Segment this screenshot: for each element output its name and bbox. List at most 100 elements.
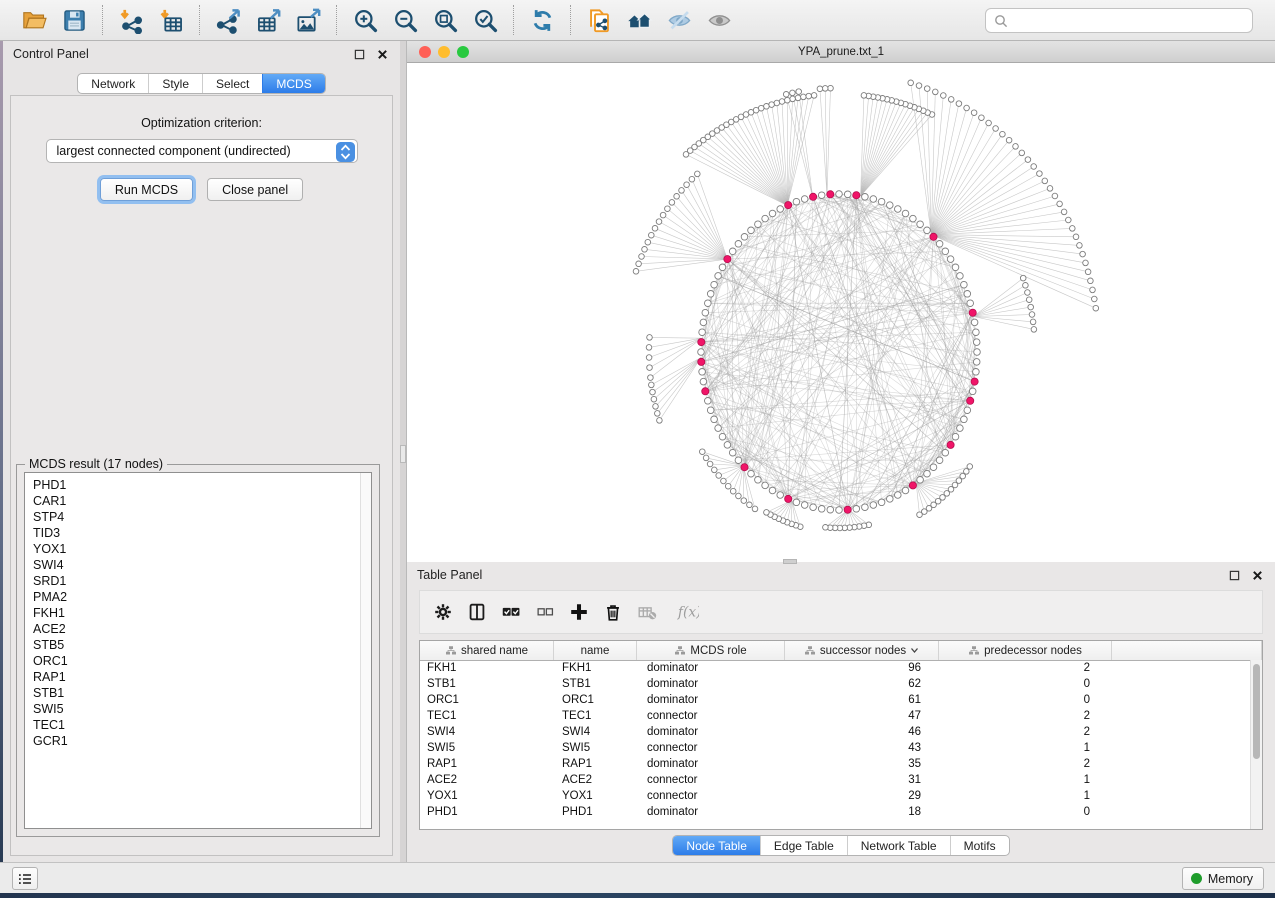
table-row[interactable]: PHD1PHD1dominator180 xyxy=(420,804,1250,820)
float-panel-icon[interactable] xyxy=(351,46,367,62)
mcds-result-node[interactable]: STP4 xyxy=(33,509,371,525)
node-table-scrollbar[interactable] xyxy=(1250,660,1262,829)
mcds-result-node[interactable]: RAP1 xyxy=(33,669,371,685)
criterion-selected-value: largest connected component (undirected) xyxy=(57,144,291,158)
mcds-result-node[interactable]: TEC1 xyxy=(33,717,371,733)
mcds-result-node[interactable]: STB5 xyxy=(33,637,371,653)
mcds-result-node[interactable]: SWI5 xyxy=(33,701,371,717)
mcds-result-list[interactable]: PHD1CAR1STP4TID3YOX1SWI4SRD1PMA2FKH1ACE2… xyxy=(24,472,372,829)
search-input[interactable] xyxy=(1013,14,1244,28)
tab-network-table[interactable]: Network Table xyxy=(847,836,950,855)
column-header-MCDS-role[interactable]: MCDS role xyxy=(637,641,785,660)
column-label: shared name xyxy=(461,645,528,657)
table-cell: connector xyxy=(637,708,785,724)
first-neighbors-button[interactable] xyxy=(619,3,659,37)
mcds-result-node[interactable]: FKH1 xyxy=(33,605,371,621)
run-mcds-button[interactable]: Run MCDS xyxy=(100,178,193,201)
export-network-button[interactable] xyxy=(208,3,248,37)
mcds-result-node[interactable]: SRD1 xyxy=(33,573,371,589)
column-header-filler xyxy=(1112,641,1262,660)
tab-node-table[interactable]: Node Table xyxy=(673,836,760,855)
import-network-icon xyxy=(118,7,145,34)
close-table-panel-icon[interactable] xyxy=(1249,567,1265,583)
tab-edge-table[interactable]: Edge Table xyxy=(760,836,847,855)
toolbar-separator xyxy=(570,5,571,35)
table-cell: ACE2 xyxy=(554,772,637,788)
export-table-button[interactable] xyxy=(248,3,288,37)
mcds-result-node[interactable]: TID3 xyxy=(33,525,371,541)
show-columns-button[interactable] xyxy=(462,595,492,629)
horizontal-splitter-grip[interactable] xyxy=(783,559,797,564)
mcds-result-node[interactable]: ORC1 xyxy=(33,653,371,669)
float-table-panel-icon[interactable] xyxy=(1226,567,1242,583)
column-header-predecessor-nodes[interactable]: predecessor nodes xyxy=(939,641,1112,660)
zoom-selected-button[interactable] xyxy=(465,3,505,37)
column-header-successor-nodes[interactable]: successor nodes xyxy=(785,641,939,660)
network-titlebar[interactable]: YPA_prune.txt_1 xyxy=(407,41,1275,63)
table-row[interactable]: YOX1YOX1connector291 xyxy=(420,788,1250,804)
import-table-button[interactable] xyxy=(151,3,191,37)
table-row[interactable]: ACE2ACE2connector311 xyxy=(420,772,1250,788)
search-field[interactable] xyxy=(985,8,1253,33)
table-cell: dominator xyxy=(637,756,785,772)
add-column-button[interactable] xyxy=(564,595,594,629)
table-row[interactable]: ORC1ORC1dominator610 xyxy=(420,692,1250,708)
select-all-rows-button[interactable] xyxy=(496,595,526,629)
import-network-button[interactable] xyxy=(111,3,151,37)
scrollbar-thumb[interactable] xyxy=(1253,664,1260,759)
zoom-in-button[interactable] xyxy=(345,3,385,37)
table-options-button[interactable] xyxy=(428,595,458,629)
save-session-button[interactable] xyxy=(54,3,94,37)
tab-network[interactable]: Network xyxy=(78,74,148,93)
optimization-criterion-select[interactable]: largest connected component (undirected) xyxy=(46,139,358,163)
deselect-all-rows-button[interactable] xyxy=(530,595,560,629)
node-table-header-row: shared name name MCDS rolesuccessor nodesp… xyxy=(420,641,1262,661)
mcds-result-node[interactable]: PMA2 xyxy=(33,589,371,605)
mcds-result-node[interactable]: STB1 xyxy=(33,685,371,701)
task-history-button[interactable] xyxy=(12,867,38,890)
memory-button[interactable]: Memory xyxy=(1182,867,1264,890)
table-row[interactable]: SWI4SWI4dominator462 xyxy=(420,724,1250,740)
table-cell: 31 xyxy=(785,772,939,788)
table-cell: 2 xyxy=(939,660,1112,676)
table-row[interactable]: FKH1FKH1dominator962 xyxy=(420,660,1250,676)
mcds-result-node[interactable]: PHD1 xyxy=(33,477,371,493)
table-row[interactable]: STB1STB1dominator620 xyxy=(420,676,1250,692)
mcds-result-node[interactable]: GCR1 xyxy=(33,733,371,749)
mcds-result-node[interactable]: YOX1 xyxy=(33,541,371,557)
zoom-out-button[interactable] xyxy=(385,3,425,37)
show-all-button[interactable] xyxy=(699,3,739,37)
table-row[interactable]: SWI5SWI5connector431 xyxy=(420,740,1250,756)
table-cell: PHD1 xyxy=(420,804,554,820)
close-panel-button[interactable]: Close panel xyxy=(207,178,303,201)
tab-motifs[interactable]: Motifs xyxy=(950,836,1009,855)
export-image-button[interactable] xyxy=(288,3,328,37)
zoom-fit-button[interactable] xyxy=(425,3,465,37)
apply-layout-button[interactable] xyxy=(522,3,562,37)
delete-column-button[interactable] xyxy=(598,595,628,629)
column-label: name xyxy=(581,645,610,657)
table-panel-header: Table Panel xyxy=(407,562,1275,588)
column-header-shared-name[interactable]: shared name xyxy=(420,641,554,660)
network-canvas[interactable] xyxy=(407,63,1275,562)
open-file-button[interactable] xyxy=(14,3,54,37)
table-row[interactable]: RAP1RAP1dominator352 xyxy=(420,756,1250,772)
tab-style[interactable]: Style xyxy=(148,74,202,93)
mcds-result-node[interactable]: SWI4 xyxy=(33,557,371,573)
network-view-frame: YPA_prune.txt_1 xyxy=(406,41,1275,562)
mcds-result-group: MCDS result (17 nodes) PHD1CAR1STP4TID3Y… xyxy=(16,464,380,837)
table-cell: SWI5 xyxy=(420,740,554,756)
mcds-result-node[interactable]: ACE2 xyxy=(33,621,371,637)
column-header-name[interactable]: name xyxy=(554,641,637,660)
hide-selected-button[interactable] xyxy=(659,3,699,37)
memory-label: Memory xyxy=(1208,872,1253,886)
mcds-result-scrollbar[interactable] xyxy=(360,473,371,828)
mcds-result-node[interactable]: CAR1 xyxy=(33,493,371,509)
copy-style-button[interactable] xyxy=(579,3,619,37)
tab-mcds[interactable]: MCDS xyxy=(262,74,324,93)
table-cell: 18 xyxy=(785,804,939,820)
close-panel-icon[interactable] xyxy=(374,46,390,62)
tab-select[interactable]: Select xyxy=(202,74,262,93)
table-row[interactable]: TEC1TEC1connector472 xyxy=(420,708,1250,724)
table-cell: FKH1 xyxy=(420,660,554,676)
